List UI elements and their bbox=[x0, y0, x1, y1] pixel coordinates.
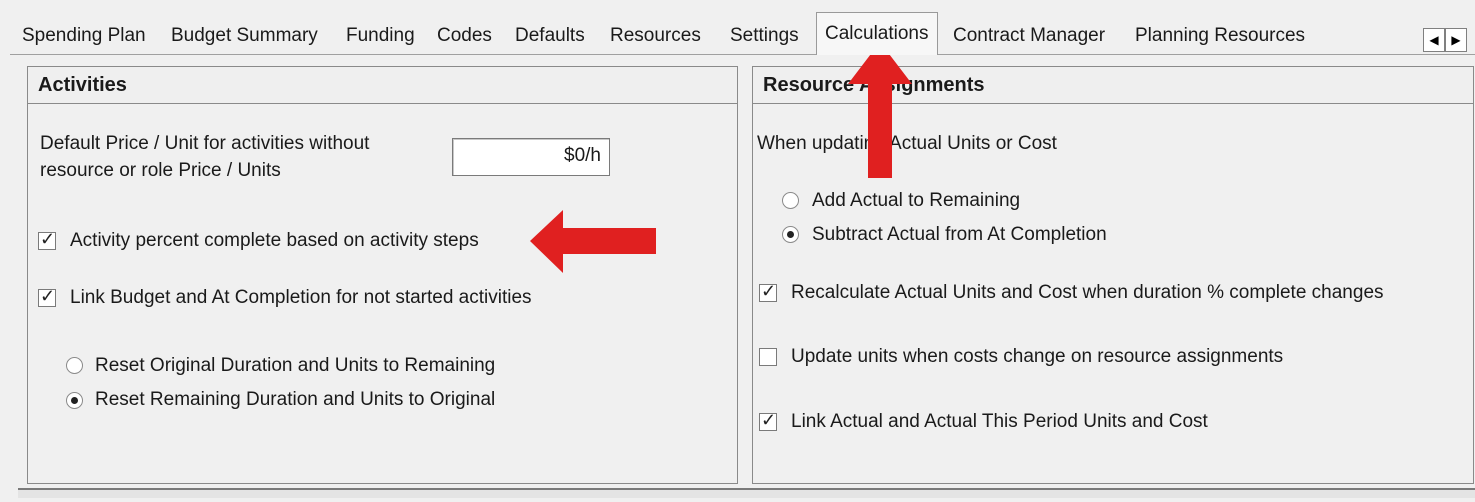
tab-calculations[interactable]: Calculations bbox=[816, 12, 938, 55]
arrow-left-icon bbox=[530, 210, 656, 273]
arrow-up-icon bbox=[848, 42, 912, 178]
annotation-overlay bbox=[530, 42, 912, 273]
